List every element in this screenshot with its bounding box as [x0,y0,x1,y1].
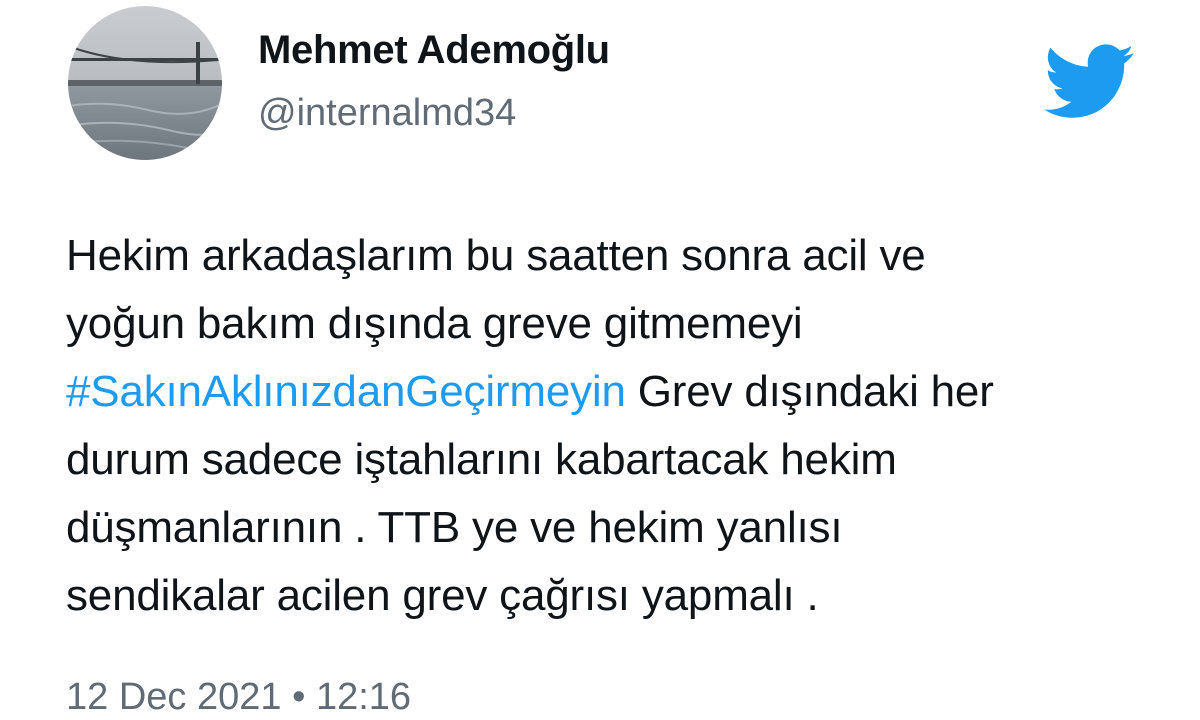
tweet-line: durum sadece iştahlarını kabartacak heki… [66,435,897,484]
tweet-timestamp[interactable]: 12 Dec 2021 • 12:16 [66,676,411,719]
tweet-line: düşmanlarının . TTB ye ve hekim yanlısı [66,503,843,552]
author-handle[interactable]: @internalmd34 [258,92,516,135]
tweet-date: 12 Dec 2021 [66,676,282,718]
tweet-line: Hekim arkadaşlarım bu saatten sonra acil… [66,231,926,280]
avatar[interactable] [68,6,222,160]
twitter-bird-icon [1044,44,1136,120]
avatar-photo [68,6,222,160]
hashtag-link[interactable]: #SakınAklınızdanGeçirmeyin [66,367,626,416]
tweet-text: Hekim arkadaşlarım bu saatten sonra acil… [66,222,1166,630]
tweet-line-rest: Grev dışındaki her [625,367,994,416]
tweet-time: 12:16 [315,676,412,718]
author-display-name[interactable]: Mehmet Ademoğlu [258,28,610,73]
tweet-line: yoğun bakım dışında greve gitmemeyi [66,299,803,348]
tweet-card: Mehmet Ademoğlu @internalmd34 Hekim arka… [0,0,1200,720]
tweet-line: #SakınAklınızdanGeçirmeyin Grev dışındak… [66,358,1166,426]
tweet-line: sendikalar acilen grev çağrısı yapmalı . [66,571,819,620]
meta-separator: • [292,676,306,718]
twitter-bird-icon-svg [1044,44,1135,118]
